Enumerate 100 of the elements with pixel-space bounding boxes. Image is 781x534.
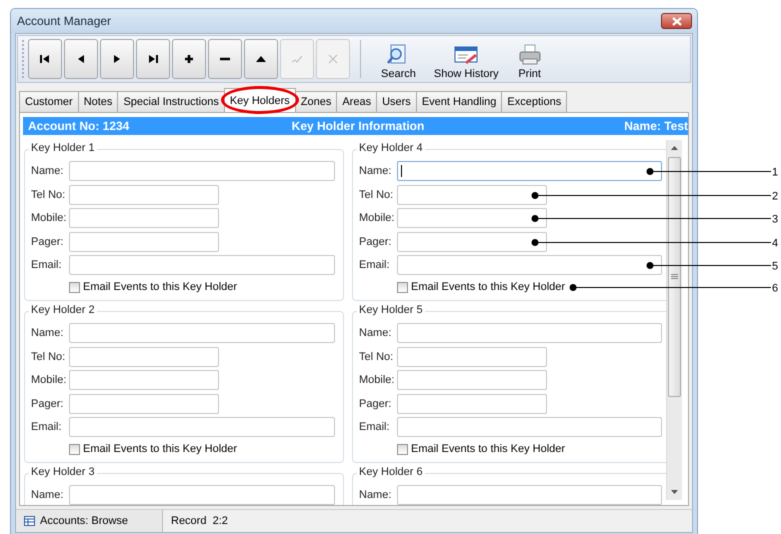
field-label: Pager:	[359, 398, 392, 410]
field-label: Tel No:	[31, 188, 66, 200]
input-field[interactable]	[397, 346, 547, 366]
input-field[interactable]	[69, 208, 219, 228]
last-record-icon	[147, 53, 159, 65]
group-title: Key Holder 6	[357, 466, 425, 478]
toolbar-grip[interactable]	[22, 40, 26, 78]
callout-number: 6	[772, 282, 778, 294]
field-label: Name:	[31, 327, 64, 339]
callout-number: 5	[772, 260, 778, 272]
checkbox[interactable]	[397, 282, 408, 292]
input-field[interactable]	[69, 417, 335, 437]
field-label: Email:	[359, 259, 391, 271]
group-title: Key Holder 2	[29, 304, 97, 316]
checkbox-label: Email Events to this Key Holder	[411, 443, 566, 455]
tab[interactable]: Exceptions	[501, 91, 568, 112]
field-label: Tel No:	[31, 350, 66, 362]
checkbox-label: Email Events to this Key Holder	[83, 281, 238, 293]
input-field[interactable]	[69, 184, 219, 204]
group-title: Key Holder 3	[29, 466, 97, 478]
field-label: Email:	[31, 421, 63, 433]
first-record-icon	[39, 53, 51, 65]
callout-number: 1	[772, 166, 778, 178]
tab[interactable]: Notes	[78, 91, 118, 112]
field-label: Tel No:	[359, 350, 394, 362]
close-icon	[672, 16, 682, 26]
input-field[interactable]	[397, 184, 547, 204]
field-label: Name:	[359, 489, 392, 501]
field-label: Pager:	[31, 236, 64, 248]
field-label: Mobile:	[31, 212, 68, 224]
checkbox[interactable]	[397, 444, 408, 454]
input-field[interactable]	[69, 232, 219, 252]
input-field[interactable]	[396, 255, 662, 275]
field-label: Mobile:	[359, 374, 396, 386]
callout-number: 2	[772, 190, 778, 202]
printer-icon	[516, 44, 543, 65]
plus-button[interactable]	[172, 39, 206, 79]
field-label: Mobile:	[31, 374, 68, 386]
input-field[interactable]	[397, 232, 547, 252]
callout-number: 4	[772, 238, 778, 250]
account-number: Account No: 1234	[28, 119, 130, 133]
input-field[interactable]	[69, 485, 335, 505]
input-field[interactable]	[396, 485, 662, 505]
field-label: Email:	[359, 421, 391, 433]
checkbox[interactable]	[69, 282, 80, 292]
field-label: Email:	[31, 259, 63, 271]
window-pencil-icon	[453, 44, 480, 65]
callout-number: 3	[772, 214, 778, 226]
input-field[interactable]	[396, 323, 662, 343]
input-field[interactable]	[396, 161, 662, 181]
input-field[interactable]	[397, 394, 547, 414]
tab[interactable]: Zones	[294, 91, 338, 112]
cross-icon	[327, 53, 339, 65]
plus-icon	[183, 53, 195, 65]
input-field[interactable]	[69, 370, 219, 390]
minus-button[interactable]	[208, 39, 242, 79]
input-field[interactable]	[69, 161, 335, 181]
field-label: Pager:	[31, 398, 64, 410]
scroll-down-icon[interactable]	[670, 489, 678, 495]
checkbox-label: Email Events to this Key Holder	[83, 443, 238, 455]
field-label: Mobile:	[359, 212, 396, 224]
tab[interactable]: Key Holders	[224, 88, 296, 112]
input-field[interactable]	[397, 370, 547, 390]
tab[interactable]: Areas	[336, 91, 378, 112]
field-label: Name:	[31, 489, 64, 501]
checkbox[interactable]	[69, 444, 80, 454]
field-label: Name:	[31, 165, 64, 177]
search-button[interactable]: Search	[373, 38, 424, 80]
check-icon	[291, 53, 303, 65]
status-mode: Accounts: Browse	[40, 515, 128, 527]
field-label: Name:	[359, 327, 392, 339]
close-button[interactable]	[661, 13, 692, 29]
record-counter: Record 2:2	[171, 515, 228, 527]
input-field[interactable]	[69, 323, 335, 343]
field-label: Tel No:	[359, 188, 394, 200]
scroll-up-icon[interactable]	[670, 145, 678, 151]
input-field[interactable]	[69, 255, 335, 275]
group-title: Key Holder 4	[357, 142, 425, 154]
table-icon	[24, 516, 35, 526]
history-button[interactable]: Show History	[426, 38, 507, 80]
up-triangle-button[interactable]	[244, 39, 278, 79]
window-title: Account Manager	[17, 14, 112, 28]
input-field[interactable]	[396, 417, 662, 437]
tab[interactable]: Users	[376, 91, 417, 112]
tab[interactable]: Customer	[19, 91, 79, 112]
print-button[interactable]: Print	[508, 38, 551, 80]
tab[interactable]: Special Instructions	[117, 91, 225, 112]
field-label: Name:	[359, 165, 392, 177]
tab[interactable]: Event Handling	[416, 91, 502, 112]
checkbox-label: Email Events to this Key Holder	[411, 281, 566, 293]
scrollbar[interactable]	[666, 140, 682, 500]
input-field[interactable]	[69, 394, 219, 414]
account-name: Name: Test	[624, 119, 688, 133]
input-field[interactable]	[397, 208, 547, 228]
section-title: Key Holder Information	[292, 119, 424, 133]
first-record-button[interactable]	[28, 39, 62, 79]
last-record-button[interactable]	[136, 39, 170, 79]
scrollbar-thumb[interactable]	[668, 157, 681, 397]
input-field[interactable]	[69, 346, 219, 366]
group-title: Key Holder 1	[29, 142, 97, 154]
